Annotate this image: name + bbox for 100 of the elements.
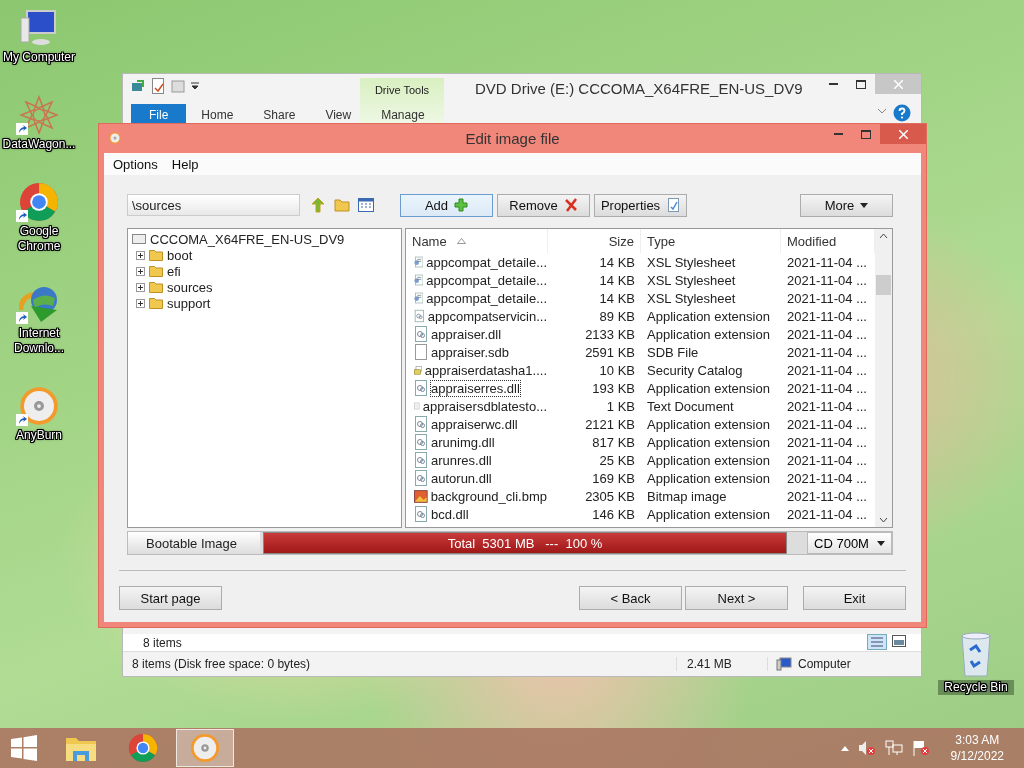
file-name[interactable]: autorun.dll [430,469,493,487]
chevron-icon[interactable] [877,108,887,114]
location-label: Computer [798,657,851,671]
expand-icon[interactable] [136,298,145,308]
desktop-icon-label[interactable]: Recycle Bin [938,680,1014,695]
file-name[interactable]: appraiserres.dll [430,379,521,397]
maximize-icon [861,129,871,139]
file-modified: 2021-11-04 ... [786,272,868,288]
add-button[interactable]: Add [400,193,493,217]
expand-icon[interactable] [136,282,145,292]
ribbon-tab[interactable]: File [131,104,187,126]
flag-error-icon[interactable] [911,740,930,756]
plus-icon [454,198,469,212]
more-button[interactable]: More [800,193,893,217]
file-size: 169 KB [591,470,636,486]
ribbon-tab[interactable]: Home [186,104,249,126]
scroll-up-icon[interactable] [879,233,888,239]
file-type: Application extension [646,470,771,486]
window-title: DVD Drive (E:) CCCOMA_X64FRE_EN-US_DV9 [475,80,803,97]
file-type: Application extension [646,380,771,396]
file-name[interactable]: appraiserdatasha1.... [423,361,548,379]
file-name[interactable]: appraiser.sdb [430,343,511,361]
file-name[interactable]: appcompat_detaile... [425,289,548,307]
file-name[interactable]: appcompatservicin... [426,307,548,325]
scroll-thumb[interactable] [876,275,891,295]
file-name[interactable]: arunres.dll [430,451,493,469]
ribbon-tab[interactable]: Share [248,104,311,126]
dropdown-arrow-icon[interactable] [191,82,199,90]
help-icon[interactable] [893,104,911,122]
properties-button[interactable]: Properties [594,193,687,217]
file-type: Security Catalog [646,362,744,378]
expand-icon[interactable] [136,250,145,260]
remove-button[interactable]: Remove [497,193,590,217]
file-type: XSL Stylesheet [646,254,737,270]
image-type-label: Bootable Image [128,532,260,554]
column-header[interactable]: Name [406,229,548,253]
ribbon-tab[interactable]: Manage [366,104,440,126]
file-type: Application extension [646,452,771,468]
caret-up-icon[interactable] [840,745,849,751]
file-name[interactable]: background_cli.bmp [429,487,548,505]
menu-item[interactable]: Options [106,156,165,172]
close-button[interactable] [880,124,926,144]
maximize-icon [856,79,866,89]
tree-item[interactable]: support [167,295,211,311]
file-size: 14 KB [598,290,636,306]
column-header[interactable]: Size [548,229,641,253]
file-modified: 2021-11-04 ... [786,326,868,342]
dialog-title: Edit image file [465,130,560,147]
clock[interactable]: 3:03 AM 9/12/2022 [950,732,1004,764]
file-name[interactable]: appcompat_detaile... [425,253,548,271]
file-size: 817 KB [591,434,636,450]
scroll-down-icon[interactable] [879,517,888,523]
file-icon [414,344,428,360]
stylesheet-file-icon [414,254,424,270]
disc-icon [19,386,59,426]
speaker-muted-icon[interactable] [857,740,876,756]
selection-size: 2.41 MB [676,657,767,671]
computer-icon [776,657,792,671]
file-size: 193 KB [591,380,636,396]
close-icon [898,129,908,139]
properties-icon[interactable] [131,79,145,93]
file-name[interactable]: bcd.dll [430,505,470,523]
file-name[interactable]: appraiser.dll [430,325,503,343]
up-arrow-icon[interactable] [310,197,326,213]
disc-icon [190,733,220,763]
exit-button[interactable]: Exit [803,586,906,610]
file-name[interactable]: arunimg.dll [430,433,496,451]
document-icon[interactable] [151,78,165,94]
dll-file-icon [414,452,428,468]
menu-item[interactable]: Help [164,156,206,172]
next-button[interactable]: Next > [685,586,788,610]
tree-item[interactable]: boot [167,247,193,263]
file-type: Application extension [646,308,771,324]
thumbnail-view-icon[interactable] [891,634,907,648]
dll-file-icon [414,434,428,450]
network-icon[interactable] [884,740,903,756]
tree-item[interactable]: CCCOMA_X64FRE_EN-US_DV9 [150,231,345,247]
file-type: SDB File [646,344,700,360]
path-field[interactable]: \sources [127,194,300,216]
file-modified: 2021-11-04 ... [786,416,868,432]
file-modified: 2021-11-04 ... [786,290,868,306]
ribbon-tab[interactable]: View [310,104,367,126]
file-modified: 2021-11-04 ... [786,344,868,360]
media-dropdown[interactable]: CD 700M [807,532,892,554]
caret-down-icon [860,202,869,208]
column-header[interactable]: Type [641,229,781,253]
file-modified: 2021-11-04 ... [786,488,868,504]
file-modified: 2021-11-04 ... [786,362,868,378]
start-button[interactable]: Start page [119,586,222,610]
file-size: 14 KB [598,254,636,270]
scrollbar[interactable] [875,229,892,527]
file-name[interactable]: appcompat_detaile... [425,271,548,289]
file-name[interactable]: appraisersdblatesto... [421,397,548,415]
tree-item[interactable]: efi [167,263,181,279]
grid-view-icon[interactable] [358,198,374,212]
back-button[interactable]: < Back [579,586,682,610]
tree-item[interactable]: sources [167,279,213,295]
expand-icon[interactable] [136,266,145,276]
file-type: Application extension [646,326,771,342]
file-name[interactable]: appraiserwc.dll [430,415,519,433]
